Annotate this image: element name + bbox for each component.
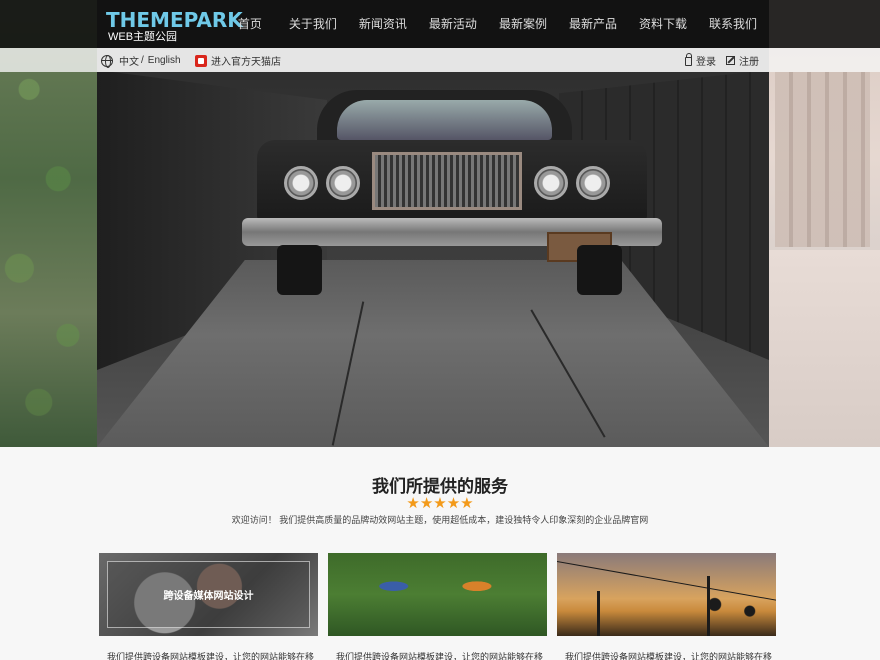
service-card-caption: 我们提供跨设备网站模板建设，让您的网站能够在移 — [565, 652, 773, 660]
nav-item-home[interactable]: 首页 — [227, 0, 278, 48]
car-headlight — [576, 166, 610, 200]
nav-item-news[interactable]: 新闻资讯 — [348, 0, 418, 48]
edit-icon — [726, 56, 735, 65]
nav-item-about[interactable]: 关于我们 — [278, 0, 348, 48]
service-card-caption: 我们提供跨设备网站模板建设，让您的网站能够在移 — [107, 652, 315, 660]
tmall-store-link[interactable]: 进入官方天猫店 — [195, 53, 281, 68]
lang-english-link[interactable]: English — [148, 55, 181, 66]
service-card-image[interactable] — [328, 553, 547, 636]
top-navbar: THEMEPARK WEB主题公园 首页 关于我们 新闻资讯 最新活动 最新案例… — [0, 0, 880, 48]
car-headlight — [326, 166, 360, 200]
building-graphic — [775, 72, 870, 247]
service-card-image[interactable] — [557, 553, 776, 636]
pole-graphic — [597, 591, 600, 636]
service-card[interactable]: 我们提供跨设备网站模板建设，让您的网站能够在移 — [557, 553, 776, 660]
lang-chinese-link[interactable]: 中文 — [119, 53, 139, 68]
brand-logo[interactable]: THEMEPARK WEB主题公园 — [106, 9, 243, 44]
service-card[interactable]: 跨设备媒体网站设计 我们提供跨设备网站模板建设，让您的网站能够在移 — [99, 553, 318, 660]
register-link[interactable]: 注册 — [726, 53, 759, 68]
brand-title: THEMEPARK — [106, 8, 243, 32]
nav-item-products[interactable]: 最新产品 — [558, 0, 628, 48]
globe-icon — [101, 54, 113, 68]
services-section: 我们所提供的服务 ★★★★★ 欢迎访问！ 我们提供高质量的品牌动效网站主题，使用… — [0, 447, 880, 660]
register-label: 注册 — [739, 57, 759, 68]
car-tire — [277, 245, 322, 295]
utility-bar: 中文 / English 进入官方天猫店 登录 注册 — [97, 48, 769, 72]
tmall-store-label: 进入官方天猫店 — [211, 57, 281, 68]
cable-line — [557, 561, 776, 602]
car-headlight — [534, 166, 568, 200]
service-cards: 跨设备媒体网站设计 我们提供跨设备网站模板建设，让您的网站能够在移 我们提供跨设… — [99, 553, 776, 660]
car-windshield — [337, 100, 552, 140]
language-switcher: 中文 / English — [101, 53, 181, 68]
nav-item-cases[interactable]: 最新案例 — [488, 0, 558, 48]
service-card-caption: 我们提供跨设备网站模板建设，让您的网站能够在移 — [336, 652, 544, 660]
service-card-image[interactable]: 跨设备媒体网站设计 — [99, 553, 318, 636]
login-label: 登录 — [696, 57, 716, 68]
nav-item-events[interactable]: 最新活动 — [418, 0, 488, 48]
main-menu: 首页 关于我们 新闻资讯 最新活动 最新案例 最新产品 资料下载 联系我们 — [227, 0, 768, 48]
auth-links: 登录 注册 — [675, 53, 759, 68]
lang-separator: / — [141, 55, 144, 66]
subbar-extension-left — [0, 48, 97, 72]
car-headlight — [284, 166, 318, 200]
nav-item-contact[interactable]: 联系我们 — [698, 0, 768, 48]
service-card-overlay[interactable]: 跨设备媒体网站设计 — [107, 561, 310, 628]
car-tire — [577, 245, 622, 295]
vintage-car — [242, 90, 662, 295]
login-link[interactable]: 登录 — [685, 53, 716, 68]
subbar-extension-right — [769, 48, 880, 72]
brand-subtitle: WEB主题公园 — [108, 31, 178, 43]
services-description: 欢迎访问！ 我们提供高质量的品牌动效网站主题，使用超低成本，建设独特令人印象深刻… — [231, 515, 649, 525]
tmall-icon — [195, 54, 207, 67]
lock-icon — [685, 53, 692, 66]
pole-graphic — [707, 576, 710, 636]
rating-stars: ★★★★★ — [406, 495, 474, 512]
service-card[interactable]: 我们提供跨设备网站模板建设，让您的网站能够在移 — [328, 553, 547, 660]
nav-item-downloads[interactable]: 资料下载 — [628, 0, 698, 48]
car-grille — [372, 152, 522, 210]
pavement-graphic — [769, 250, 880, 447]
